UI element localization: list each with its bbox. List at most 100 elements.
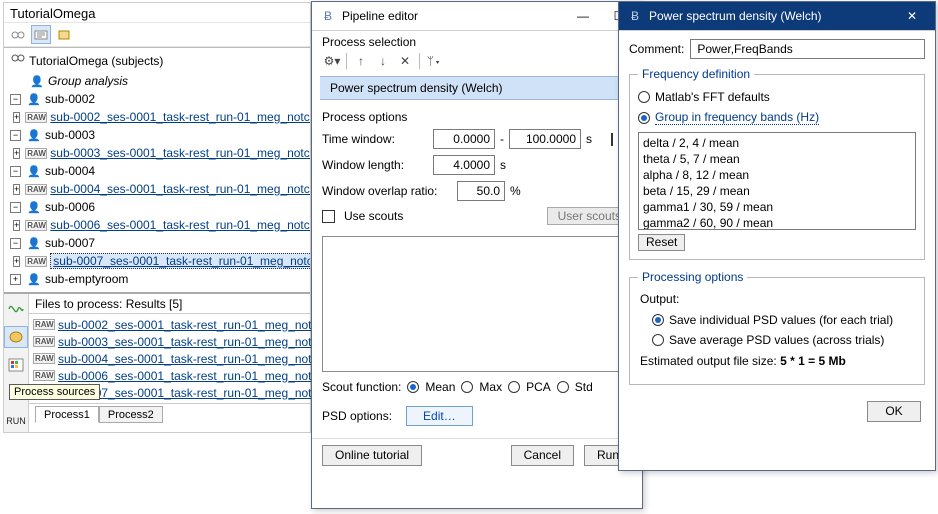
online-tutorial-button[interactable]: Online tutorial [322,445,422,466]
expander-icon[interactable]: − [10,166,21,177]
edit-button[interactable]: Edit… [406,406,473,426]
output-individual-row[interactable]: Save individual PSD values (for each tri… [638,310,916,330]
tree-sub-0006[interactable]: − 👤 sub-0006 [10,198,310,216]
reset-button[interactable]: Reset [638,234,685,251]
comment-input[interactable] [690,39,925,59]
main-toolbar [4,22,310,47]
list-item[interactable]: RAWsub-0006_ses-0001_task-rest_run-01_me… [33,367,324,384]
expander-icon[interactable]: − [10,130,21,141]
tree-sub-0002-file[interactable]: + RAW sub-0002_ses-0001_task-rest_run-01… [10,108,310,126]
close-icon[interactable]: ✕ [897,7,927,25]
arrow-up-icon[interactable]: ↑ [351,52,371,70]
subjects-header: TutorialOmega (subjects) [4,48,310,70]
subject-label: sub-0002 [45,92,95,106]
arrow-down-icon[interactable]: ↓ [373,52,393,70]
scout-mean-radio[interactable] [407,381,419,393]
time-unit: s [586,132,598,146]
overlap-input[interactable] [457,181,505,201]
output-average-radio[interactable] [652,334,664,346]
list-item[interactable]: RAWsub-0003_ses-0001_task-rest_run-01_me… [33,333,324,350]
range-separator: - [500,132,504,146]
freq-band-item[interactable]: alpha / 8, 12 / mean [643,167,911,183]
freq-band-item[interactable]: gamma1 / 30, 59 / mean [643,199,911,215]
matlab-fft-row[interactable]: Matlab's FFT defaults [638,87,916,107]
file-link[interactable]: sub-0002_ses-0001_task-rest_run-01_meg_n… [58,318,324,332]
expander-icon[interactable]: − [10,94,21,105]
use-scouts-label: Use scouts [344,209,403,223]
output-individual-radio[interactable] [652,314,664,326]
welch-titlebar[interactable]: Ƀ Power spectrum density (Welch) ✕ [619,2,935,31]
expander-icon[interactable]: + [13,112,20,123]
expander-icon[interactable]: + [13,220,20,231]
freq-band-item[interactable]: theta / 5, 7 / mean [643,151,911,167]
tree-emptyroom[interactable]: + 👤 sub-emptyroom [10,270,310,288]
group-bands-radio[interactable] [638,112,650,124]
ok-button[interactable]: OK [867,401,921,422]
selected-process-item[interactable]: Power spectrum density (Welch) [320,76,634,100]
tree-group-analysis[interactable]: 👤 Group analysis [10,72,310,90]
output-average-row[interactable]: Save average PSD values (across trials) [638,330,916,350]
psd-options-label: PSD options: [322,409,392,423]
tree-sub-0003[interactable]: − 👤 sub-0003 [10,126,310,144]
pipeline-titlebar[interactable]: Ƀ Pipeline editor — ☐ [312,2,642,31]
file-link[interactable]: sub-0006_ses-0001_task-rest_run-01_meg_n… [58,369,324,383]
pipeline-tree-icon[interactable]: ᛘ▾ [424,52,444,70]
scouts-list-box[interactable] [322,236,632,372]
expander-icon[interactable]: + [13,256,20,267]
file-link[interactable]: sub-0004_ses-0001_task-rest_run-01_meg_n… [58,352,324,366]
tree-sub-0003-file[interactable]: + RAW sub-0003_ses-0001_task-rest_run-01… [10,144,310,162]
expander-icon[interactable]: − [10,202,21,213]
use-scouts-checkbox[interactable] [322,210,335,223]
tree-sub-0004-file[interactable]: + RAW sub-0004_ses-0001_task-rest_run-01… [10,180,310,198]
pipeline-editor-dialog: Ƀ Pipeline editor — ☐ Process selection … [311,1,643,509]
toolbar-btn-3[interactable] [54,25,74,44]
freq-band-item[interactable]: beta / 15, 29 / mean [643,183,911,199]
process-recordings-button[interactable] [4,298,28,320]
matlab-fft-radio[interactable] [638,91,650,103]
toolbar-btn-1[interactable] [8,25,28,44]
scout-std-radio[interactable] [557,381,569,393]
group-bands-row[interactable]: Group in frequency bands (Hz) [638,107,916,128]
frequency-bands-list[interactable]: delta / 2, 4 / mean theta / 5, 7 / mean … [638,132,916,230]
subject-file-link[interactable]: sub-0003_ses-0001_task-rest_run-01_meg_n… [50,146,310,160]
window-length-input[interactable] [433,155,495,175]
expander-icon[interactable]: + [10,274,21,285]
subjects-tree[interactable]: 👤 Group analysis − 👤 sub-0002 + RAW sub-… [4,70,310,292]
scout-max-radio[interactable] [461,381,473,393]
scout-pca-radio[interactable] [508,381,520,393]
pipeline-title: Pipeline editor [342,9,418,23]
cancel-button[interactable]: Cancel [511,445,574,466]
process-sources-button[interactable] [4,326,28,348]
subject-file-link[interactable]: sub-0007_ses-0001_task-rest_run-01_meg_n… [50,253,310,269]
file-link[interactable]: sub-0003_ses-0001_task-rest_run-01_meg_n… [58,335,324,349]
delete-icon[interactable]: ✕ [395,52,415,70]
expander-icon[interactable]: − [10,238,21,249]
list-item[interactable]: RAWsub-0004_ses-0001_task-rest_run-01_me… [33,350,324,367]
process-timefreq-button[interactable] [4,354,28,376]
time-start-input[interactable] [433,129,495,149]
tab-process2[interactable]: Process2 [99,406,163,423]
minimize-icon[interactable]: — [568,7,598,25]
subject-file-link[interactable]: sub-0002_ses-0001_task-rest_run-01_meg_n… [50,110,310,124]
subject-file-link[interactable]: sub-0006_ses-0001_task-rest_run-01_meg_n… [50,218,310,232]
gear-icon[interactable]: ⚙▾ [322,52,342,70]
welch-button-bar: OK [629,395,925,426]
tree-sub-0002[interactable]: − 👤 sub-0002 [10,90,310,108]
all-checkbox[interactable] [611,133,613,146]
tree-sub-0006-file[interactable]: + RAW sub-0006_ses-0001_task-rest_run-01… [10,216,310,234]
toolbar-btn-2[interactable] [31,25,51,44]
subject-file-link[interactable]: sub-0004_ses-0001_task-rest_run-01_meg_n… [50,182,310,196]
list-item[interactable]: RAWsub-0002_ses-0001_task-rest_run-01_me… [33,316,324,333]
freq-band-item[interactable]: delta / 2, 4 / mean [643,135,911,151]
time-end-input[interactable] [509,129,581,149]
tree-sub-0007-file[interactable]: + RAW sub-0007_ses-0001_task-rest_run-01… [10,252,310,270]
expander-icon[interactable]: + [13,184,20,195]
overlap-row: Window overlap ratio: % [322,178,632,204]
tree-sub-0004[interactable]: − 👤 sub-0004 [10,162,310,180]
tree-sub-0007[interactable]: − 👤 sub-0007 [10,234,310,252]
freq-band-item[interactable]: gamma2 / 60, 90 / mean [643,215,911,230]
tab-process1[interactable]: Process1 [35,406,99,423]
expander-icon[interactable]: + [13,148,20,159]
run-button[interactable]: RUN [4,410,28,432]
raw-icon: RAW [33,336,55,347]
